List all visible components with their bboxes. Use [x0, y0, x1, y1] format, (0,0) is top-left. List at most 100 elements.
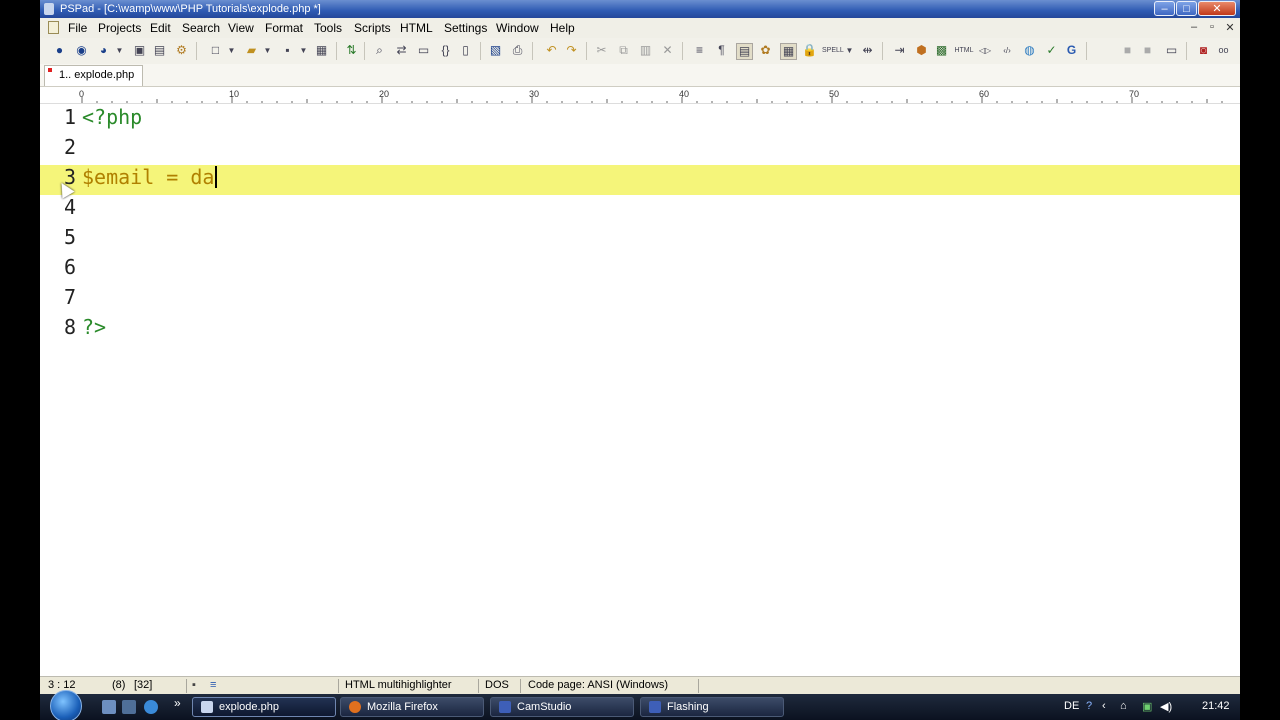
- menu-help[interactable]: Help: [550, 21, 575, 35]
- menu-view[interactable]: View: [228, 21, 254, 35]
- new-file-icon[interactable]: □: [208, 43, 223, 58]
- menu-html[interactable]: HTML: [400, 21, 433, 35]
- package-icon[interactable]: ⬢: [914, 43, 929, 58]
- find-icon[interactable]: ⌕: [372, 43, 387, 58]
- language-indicator[interactable]: DE: [1064, 700, 1079, 712]
- code-line-3[interactable]: $email = da: [82, 165, 218, 189]
- macro-record-icon[interactable]: ■: [1120, 43, 1135, 58]
- highlighter-name[interactable]: HTML multihighlighter: [345, 677, 452, 694]
- stop-icon[interactable]: ◙: [1196, 43, 1211, 58]
- indent-icon[interactable]: ⇥: [892, 43, 907, 58]
- volume-icon[interactable]: ◀): [1160, 700, 1172, 713]
- split-icon[interactable]: ⇹: [860, 43, 875, 58]
- show-desktop-icon[interactable]: [102, 700, 116, 714]
- preview-icon[interactable]: ▧: [488, 43, 503, 58]
- replace-icon[interactable]: ⇄: [394, 43, 409, 58]
- taskbar-flashing[interactable]: Flashing: [640, 697, 784, 717]
- start-button[interactable]: [50, 690, 82, 720]
- settings-icon[interactable]: ⚙: [174, 43, 189, 58]
- color-picker-icon[interactable]: ▩: [934, 43, 949, 58]
- open-file-dropdown-icon[interactable]: ▼: [260, 43, 275, 58]
- column-mode-icon[interactable]: ▦: [780, 43, 797, 60]
- menu-format[interactable]: Format: [265, 21, 303, 35]
- compare-icon[interactable]: ⇅: [344, 43, 359, 58]
- validate-icon[interactable]: ✓: [1044, 43, 1059, 58]
- clock[interactable]: 21:42: [1202, 700, 1230, 712]
- browser-icon[interactable]: ◍: [1022, 43, 1037, 58]
- google-icon[interactable]: G: [1064, 43, 1079, 58]
- taskbar-explode-php[interactable]: explode.php: [192, 697, 336, 717]
- highlighter-icon[interactable]: ✿: [758, 43, 773, 58]
- open-file-icon[interactable]: ▰: [244, 43, 259, 58]
- cut-icon[interactable]: ✂: [594, 43, 609, 58]
- internet-explorer-icon[interactable]: [144, 700, 158, 714]
- switch-windows-icon[interactable]: [122, 700, 136, 714]
- menu-scripts[interactable]: Scripts: [354, 21, 391, 35]
- find-in-files-icon[interactable]: ▭: [416, 43, 431, 58]
- document-icon[interactable]: [48, 21, 59, 34]
- maximize-button[interactable]: □: [1176, 1, 1197, 16]
- spell-check-icon[interactable]: SPELL: [822, 43, 844, 58]
- show-specials-icon[interactable]: ¶: [714, 43, 729, 58]
- save-dropdown-icon[interactable]: ▼: [296, 43, 311, 58]
- line-ending[interactable]: DOS: [485, 677, 509, 694]
- menu-edit[interactable]: Edit: [150, 21, 171, 35]
- undo-icon[interactable]: ↶: [544, 43, 559, 58]
- word-wrap-icon[interactable]: ≡: [692, 43, 707, 58]
- menu-search[interactable]: Search: [182, 21, 220, 35]
- paste-icon[interactable]: ▥: [638, 43, 653, 58]
- mdi-minimize-button[interactable]: –: [1188, 21, 1200, 33]
- new-file-dropdown-icon[interactable]: ▼: [224, 43, 239, 58]
- tag-icon[interactable]: ◁▷: [976, 43, 994, 58]
- delete-icon[interactable]: ✕: [660, 43, 675, 58]
- code-page[interactable]: Code page: ANSI (Windows): [528, 677, 668, 694]
- tab-mode-icon[interactable]: ≡: [210, 677, 216, 694]
- project-icon[interactable]: ◕: [96, 43, 111, 58]
- close-button[interactable]: ✕: [1198, 1, 1236, 16]
- match-bracket-icon[interactable]: {}: [438, 43, 453, 58]
- copy-icon[interactable]: ⧉: [616, 43, 631, 58]
- title-bar[interactable]: PSPad - [C:\wamp\www\PHP Tutorials\explo…: [40, 0, 1240, 18]
- menu-tools[interactable]: Tools: [314, 21, 342, 35]
- close-tag-icon[interactable]: ‹/›: [998, 43, 1016, 58]
- quicklaunch-overflow[interactable]: »: [174, 696, 181, 710]
- minimize-button[interactable]: –: [1154, 1, 1175, 16]
- glasses-icon[interactable]: oo: [1216, 43, 1231, 58]
- calculator-icon[interactable]: ▤: [152, 43, 167, 58]
- taskbar-firefox[interactable]: Mozilla Firefox: [340, 697, 484, 717]
- save-state-icon[interactable]: ▪: [192, 677, 196, 694]
- status-bar: 3 : 12 (8) [32] ▪ ≡ HTML multihighlighte…: [40, 676, 1240, 695]
- taskbar-camstudio[interactable]: CamStudio: [490, 697, 634, 717]
- macro-play-icon[interactable]: ■: [1140, 43, 1155, 58]
- clip-icon[interactable]: ▭: [1164, 43, 1179, 58]
- save-icon[interactable]: ▪: [280, 43, 295, 58]
- menu-settings[interactable]: Settings: [444, 21, 487, 35]
- code-line-8[interactable]: ?>: [82, 315, 106, 339]
- ruler-scale: 0 10 20 30 40 50 60 70: [79, 89, 1223, 103]
- toolbar-separator: [480, 42, 481, 60]
- print-icon[interactable]: ⎙: [510, 43, 525, 58]
- tab-explode-php[interactable]: 1.. explode.php: [44, 65, 144, 86]
- menu-file[interactable]: File: [68, 21, 87, 35]
- editor-area[interactable]: 1 2 3 4 5 6 7 8 <?php $email = da ?>: [40, 104, 1240, 676]
- spell-dropdown-icon[interactable]: ▼: [842, 43, 857, 58]
- ftp-icon[interactable]: ▣: [132, 43, 147, 58]
- mdi-close-button[interactable]: ✕: [1224, 21, 1236, 34]
- menu-projects[interactable]: Projects: [98, 21, 141, 35]
- project-dropdown-icon[interactable]: ▼: [112, 43, 127, 58]
- code-line-1[interactable]: <?php: [82, 105, 142, 129]
- line-numbers-icon[interactable]: ▤: [736, 43, 753, 60]
- open-project-icon[interactable]: ●: [52, 43, 67, 58]
- shield-icon[interactable]: ▣: [1142, 700, 1152, 713]
- save-all-icon[interactable]: ▦: [314, 43, 329, 58]
- html-tidy-icon[interactable]: HTML: [954, 43, 974, 58]
- network-icon[interactable]: ⌂: [1120, 700, 1127, 712]
- mdi-restore-button[interactable]: ▫: [1206, 21, 1218, 33]
- redo-icon[interactable]: ↷: [564, 43, 579, 58]
- save-project-icon[interactable]: ◉: [74, 43, 89, 58]
- tray-arrow-icon[interactable]: ‹: [1102, 700, 1106, 712]
- help-icon[interactable]: ?: [1086, 700, 1092, 712]
- lock-icon[interactable]: 🔒: [802, 43, 817, 58]
- bookmark-icon[interactable]: ▯: [458, 43, 473, 58]
- menu-window[interactable]: Window: [496, 21, 539, 35]
